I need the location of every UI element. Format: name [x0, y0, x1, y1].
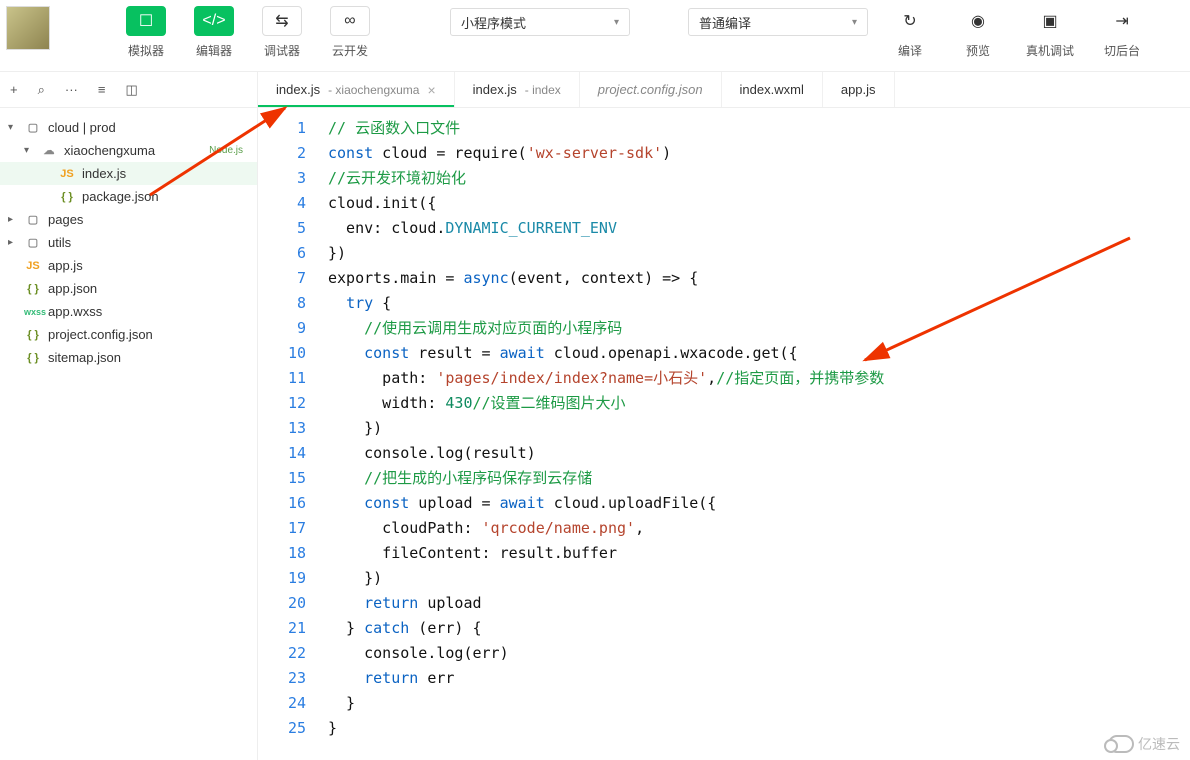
preview-button[interactable]: ◉ 预览 — [946, 6, 1010, 59]
phone-icon: ☐ — [126, 6, 166, 36]
refresh-icon: ↻ — [890, 6, 930, 36]
avatar[interactable] — [6, 6, 50, 50]
simulator-button[interactable]: ☐ 模拟器 — [114, 6, 178, 59]
tabs-host: index.js - xiaochengxuma×index.js - inde… — [258, 72, 1190, 107]
toolbar-left-group: ☐ 模拟器 </> 编辑器 ⇆ 调试器 ∞ 云开发 — [114, 6, 382, 59]
compile-dropdown[interactable]: 普通编译 ▾ — [688, 8, 868, 36]
main-area: ▾▢cloud | prod▾☁xiaochengxumaNode.jsJSin… — [0, 108, 1190, 760]
tab-project-config-json[interactable]: project.config.json — [580, 72, 722, 107]
tree-item-app-wxss[interactable]: wxssapp.wxss — [0, 300, 257, 323]
tree-item-package-json[interactable]: { }package.json — [0, 185, 257, 208]
eye-icon: ◉ — [958, 6, 998, 36]
json-icon: { } — [58, 191, 76, 203]
tab-row: + ⌕ ··· ≡ ◫ index.js - xiaochengxuma×ind… — [0, 72, 1190, 108]
tab-app-js[interactable]: app.js — [823, 72, 895, 107]
split-icon[interactable]: ◫ — [125, 82, 137, 98]
switch-bg-button[interactable]: ⇥ 切后台 — [1090, 6, 1154, 59]
mode-dropdown[interactable]: 小程序模式 ▾ — [450, 8, 630, 36]
chevron-down-icon: ▾ — [852, 17, 857, 28]
folder-icon: ▢ — [24, 236, 42, 249]
top-toolbar: ☐ 模拟器 </> 编辑器 ⇆ 调试器 ∞ 云开发 小程序模式 ▾ 普通编译 ▾… — [0, 0, 1190, 72]
more-icon[interactable]: ··· — [65, 82, 78, 97]
tree-item-sitemap-json[interactable]: { }sitemap.json — [0, 346, 257, 369]
tree-item-cloud-prod[interactable]: ▾▢cloud | prod — [0, 116, 257, 139]
wxss-icon: wxss — [24, 307, 42, 317]
device-icon: ▣ — [1030, 6, 1070, 36]
folder-icon: ▢ — [24, 213, 42, 226]
tree-item-index-js[interactable]: JSindex.js — [0, 162, 257, 185]
remote-debug-button[interactable]: ▣ 真机调试 — [1014, 6, 1086, 59]
tab-index-js[interactable]: index.js - index — [455, 72, 580, 107]
editor-button[interactable]: </> 编辑器 — [182, 6, 246, 59]
tree-item-xiaochengxuma[interactable]: ▾☁xiaochengxumaNode.js — [0, 139, 257, 162]
js-icon: JS — [58, 168, 76, 180]
toolbar-right-group: ↻ 编译 ◉ 预览 ▣ 真机调试 ⇥ 切后台 — [878, 6, 1154, 59]
settings-icon: ⇆ — [262, 6, 302, 36]
tree-item-utils[interactable]: ▸▢utils — [0, 231, 257, 254]
new-file-icon[interactable]: + — [10, 82, 18, 97]
json-icon: { } — [24, 329, 42, 341]
file-actions: + ⌕ ··· ≡ ◫ — [0, 72, 258, 107]
code-editor[interactable]: 1234567891011121314151617181920212223242… — [258, 108, 1190, 760]
nodejs-badge: Node.js — [209, 145, 243, 156]
tree-item-project-config-json[interactable]: { }project.config.json — [0, 323, 257, 346]
chevron-down-icon: ▾ — [614, 17, 619, 28]
line-gutter: 1234567891011121314151617181920212223242… — [258, 108, 320, 760]
tree-item-pages[interactable]: ▸▢pages — [0, 208, 257, 231]
json-icon: { } — [24, 283, 42, 295]
js-icon: JS — [24, 260, 42, 272]
file-tree[interactable]: ▾▢cloud | prod▾☁xiaochengxumaNode.jsJSin… — [0, 108, 258, 760]
watermark: 亿速云 — [1108, 734, 1180, 754]
cloud-icon: ☁ — [40, 144, 58, 157]
switch-icon: ⇥ — [1102, 6, 1142, 36]
json-icon: { } — [24, 352, 42, 364]
tab-index-js[interactable]: index.js - xiaochengxuma× — [258, 72, 455, 107]
tab-index-wxml[interactable]: index.wxml — [722, 72, 823, 107]
tree-item-app-js[interactable]: JSapp.js — [0, 254, 257, 277]
search-icon[interactable]: ⌕ — [38, 82, 45, 98]
compile-button[interactable]: ↻ 编译 — [878, 6, 942, 59]
close-icon[interactable]: × — [427, 82, 435, 98]
folder-icon: ▢ — [24, 121, 42, 134]
outline-icon[interactable]: ≡ — [98, 82, 106, 97]
watermark-icon — [1108, 735, 1134, 753]
link-icon: ∞ — [330, 6, 370, 36]
code-content[interactable]: // 云函数入口文件const cloud = require('wx-serv… — [320, 108, 884, 760]
cloud-dev-button[interactable]: ∞ 云开发 — [318, 6, 382, 59]
debugger-button[interactable]: ⇆ 调试器 — [250, 6, 314, 59]
code-icon: </> — [194, 6, 234, 36]
tree-item-app-json[interactable]: { }app.json — [0, 277, 257, 300]
